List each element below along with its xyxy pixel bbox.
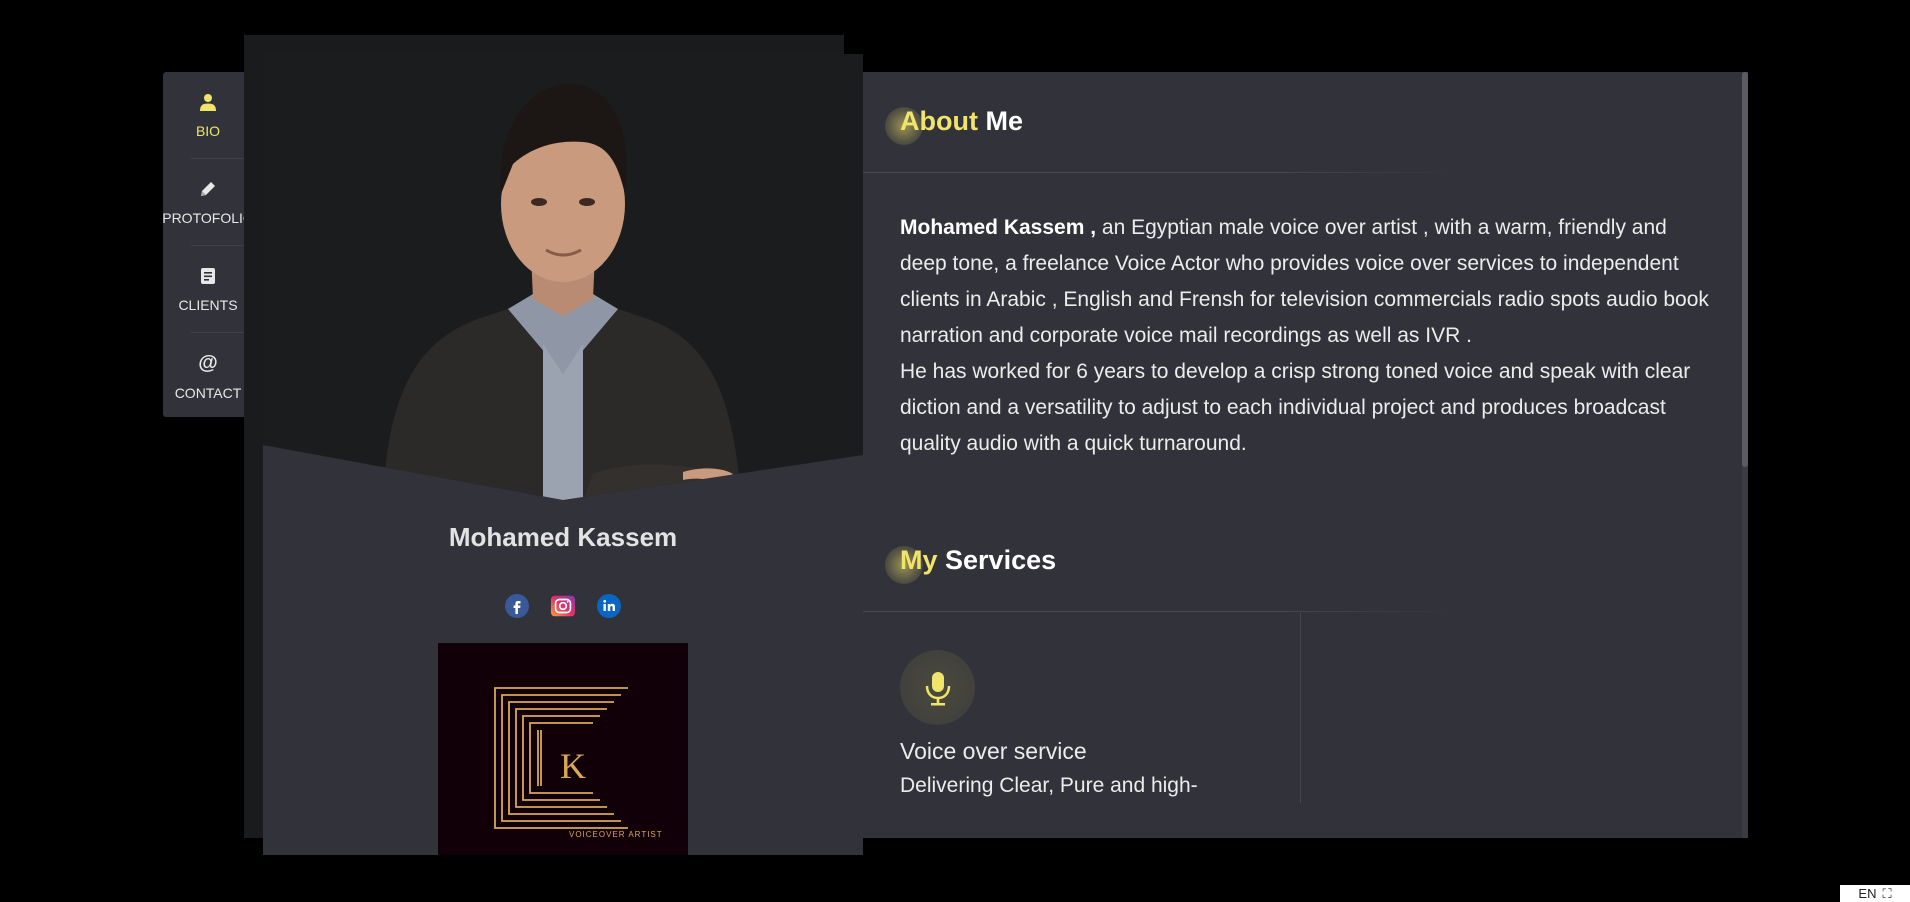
expand-icon: ⛶ <box>1882 885 1892 901</box>
nav-label: CLIENTS <box>178 296 238 313</box>
about-title: About Me <box>900 106 1023 136</box>
divider <box>863 172 1463 173</box>
linkedin-icon[interactable] <box>596 593 622 619</box>
language-switcher[interactable]: EN ⛶ <box>1840 885 1910 902</box>
brand-logo: K VOICEOVER ARTIST <box>438 643 688 855</box>
instagram-icon[interactable] <box>550 593 576 619</box>
nav-item-portfolio[interactable]: PROTOFOLIO <box>162 159 254 246</box>
scrollbar[interactable] <box>1742 72 1748 838</box>
service-title: Voice over service <box>900 738 1087 764</box>
nav-label: CONTACT <box>174 384 242 401</box>
services-title: My Services <box>900 545 1057 575</box>
microphone-icon <box>900 650 975 725</box>
at-icon: @ <box>197 352 219 379</box>
language-label: EN <box>1858 886 1877 901</box>
divider <box>863 611 1463 612</box>
social-links <box>263 593 863 619</box>
nav-label: PROTOFOLIO <box>162 209 254 226</box>
user-icon <box>198 92 218 117</box>
svg-text:VOICEOVER ARTIST: VOICEOVER ARTIST <box>569 830 663 839</box>
profile-name: Mohamed Kassem <box>448 522 678 552</box>
profile-card: Mohamed Kassem K VOICEOVER ARTIST <box>263 54 863 855</box>
scrollbar-thumb[interactable] <box>1742 72 1748 467</box>
document-icon <box>198 266 218 291</box>
svg-text:@: @ <box>198 352 218 374</box>
about-name: Mohamed Kassem , <box>900 216 1097 239</box>
service-column-divider <box>1300 613 1301 803</box>
profile-photo <box>263 54 863 500</box>
nav-item-bio[interactable]: BIO <box>191 72 251 159</box>
nav-item-contact[interactable]: @ CONTACT <box>175 333 251 419</box>
facebook-icon[interactable] <box>504 593 530 619</box>
nav-item-clients[interactable]: CLIENTS <box>178 246 251 333</box>
nav-label: BIO <box>195 122 221 139</box>
service-description: Delivering Clear, Pure and high- <box>900 774 1198 797</box>
svg-text:K: K <box>560 746 586 786</box>
side-nav: BIO PROTOFOLIO CLIENTS @ CONTACT <box>162 72 254 419</box>
about-text: Mohamed Kassem , an Egyptian male voice … <box>900 216 1709 455</box>
pencil-icon <box>198 179 218 204</box>
content-panel: About Me Mohamed Kassem , an Egyptian ma… <box>863 72 1748 838</box>
